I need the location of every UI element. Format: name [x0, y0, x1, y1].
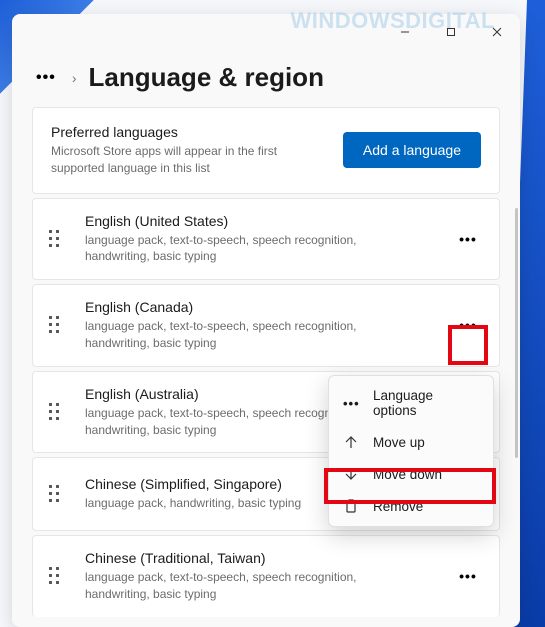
drag-handle-icon[interactable] [49, 485, 67, 503]
language-features: language pack, text-to-speech, speech re… [85, 569, 395, 603]
language-row[interactable]: Chinese (Traditional, Taiwan) language p… [32, 535, 500, 617]
language-name: Chinese (Traditional, Taiwan) [85, 550, 453, 566]
scrollbar[interactable] [515, 208, 518, 458]
menu-label: Move up [373, 435, 425, 450]
more-options-button[interactable]: ••• [453, 224, 483, 254]
menu-move-down[interactable]: Move down [329, 458, 493, 490]
ellipsis-icon: ••• [343, 396, 359, 411]
arrow-up-icon [343, 434, 359, 450]
drag-handle-icon[interactable] [49, 230, 67, 248]
menu-language-options[interactable]: ••• Language options [329, 380, 493, 426]
language-features: language pack, text-to-speech, speech re… [85, 318, 395, 352]
chevron-right-icon: › [72, 70, 77, 86]
drag-handle-icon[interactable] [49, 316, 67, 334]
breadcrumb-more-icon[interactable]: ••• [32, 67, 60, 89]
preferred-subtitle: Microsoft Store apps will appear in the … [51, 143, 301, 177]
drag-handle-icon[interactable] [49, 567, 67, 585]
language-features: language pack, text-to-speech, speech re… [85, 232, 395, 266]
menu-label: Move down [373, 467, 442, 482]
preferred-languages-header: Preferred languages Microsoft Store apps… [32, 107, 500, 194]
language-name: English (United States) [85, 213, 453, 229]
watermark-text: WINDOWSDIGITAL [290, 8, 495, 34]
preferred-title: Preferred languages [51, 124, 343, 140]
menu-remove[interactable]: Remove [329, 490, 493, 522]
language-row[interactable]: English (United States) language pack, t… [32, 198, 500, 281]
settings-window: ••• › Language & region Preferred langua… [12, 14, 520, 627]
drag-handle-icon[interactable] [49, 403, 67, 421]
add-language-button[interactable]: Add a language [343, 132, 481, 168]
menu-move-up[interactable]: Move up [329, 426, 493, 458]
arrow-down-icon [343, 466, 359, 482]
menu-label: Remove [373, 499, 423, 514]
trash-icon [343, 498, 359, 514]
language-row[interactable]: English (Canada) language pack, text-to-… [32, 284, 500, 367]
menu-label: Language options [373, 388, 479, 418]
more-options-button[interactable]: ••• [453, 561, 483, 591]
more-options-button[interactable]: ••• [453, 310, 483, 340]
language-name: English (Canada) [85, 299, 453, 315]
language-context-menu: ••• Language options Move up Move down R… [328, 375, 494, 527]
breadcrumb: ••• › Language & region [32, 62, 500, 93]
page-title: Language & region [88, 62, 323, 93]
